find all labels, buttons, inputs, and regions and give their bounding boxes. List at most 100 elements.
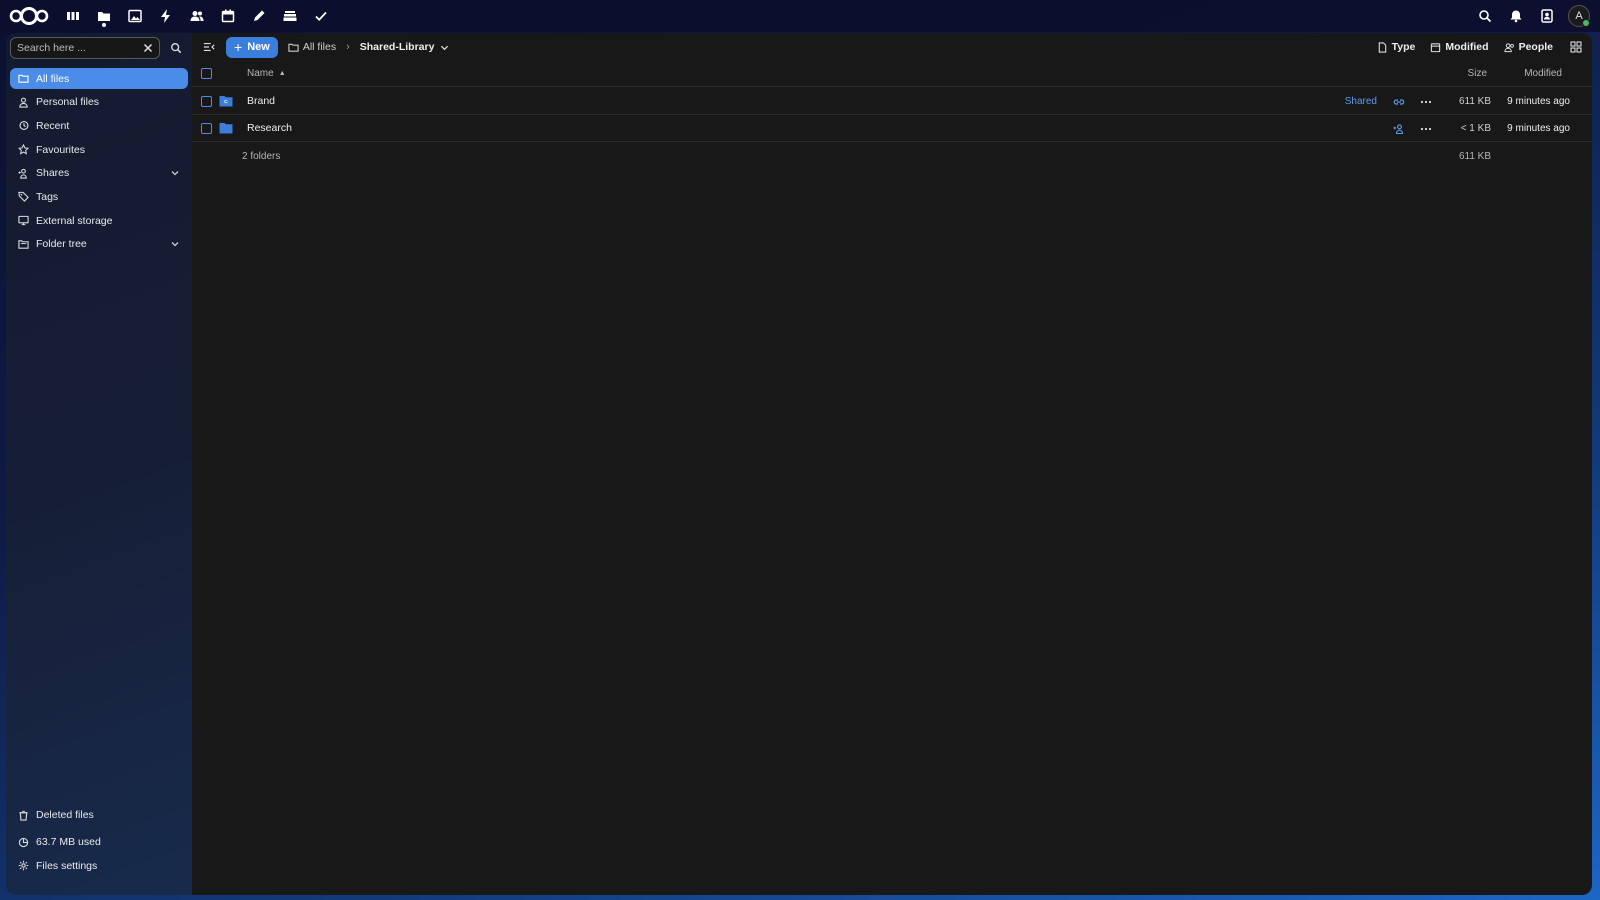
user-avatar[interactable]: A [1568, 5, 1590, 27]
total-size: 611 KB [1458, 150, 1491, 162]
new-button[interactable]: + New [226, 36, 278, 58]
sidebar-item-tags[interactable]: Tags [10, 186, 188, 207]
file-size: < 1 KB [1460, 122, 1491, 134]
new-button-label: New [247, 41, 270, 53]
sidebar-item-label: External storage [36, 214, 113, 227]
sidebar-item-shares[interactable]: Shares [10, 163, 188, 184]
table-header: Name ▲ Size Modified [192, 61, 1592, 87]
folder-icon [16, 72, 30, 86]
storage-quota[interactable]: 63.7 MB used [10, 832, 188, 853]
files-toolbar: + New All files › Shared-Library Type Mo… [192, 33, 1592, 61]
sidebar-item-label: Files settings [36, 859, 98, 872]
filter-type[interactable]: Type [1377, 41, 1416, 53]
sidebar-item-favourites[interactable]: Favourites [10, 139, 188, 160]
file-name[interactable]: Research [247, 122, 292, 134]
sidebar-item-label: Shares [36, 167, 70, 180]
more-actions-icon[interactable] [1420, 96, 1432, 108]
chevron-down-icon[interactable] [170, 168, 180, 178]
external-storage-icon [16, 214, 30, 228]
sidebar-item-label: Personal files [36, 96, 100, 109]
sidebar-item-label: Recent [36, 119, 70, 132]
breadcrumb-all-files[interactable]: All files [303, 41, 336, 53]
link-icon[interactable] [1393, 96, 1405, 108]
files-sidebar: All files Personal files Recent Favourit… [6, 33, 192, 895]
column-header-name[interactable]: Name ▲ [247, 68, 286, 79]
sidebar-item-recent[interactable]: Recent [10, 115, 188, 136]
file-icon [1378, 41, 1386, 53]
quota-label: 63.7 MB used [36, 836, 101, 849]
plus-icon: + [234, 39, 243, 55]
sidebar-nav: All files Personal files Recent Favourit… [10, 68, 188, 258]
sidebar-item-label: Favourites [36, 143, 86, 156]
column-header-modified[interactable]: Modified [1524, 68, 1562, 79]
tasks-icon[interactable] [305, 0, 336, 32]
sidebar-item-label: Folder tree [36, 238, 87, 251]
chevron-down-icon[interactable] [170, 239, 180, 249]
filter-type-label: Type [1391, 41, 1416, 53]
share-icon [16, 166, 30, 180]
tag-icon [16, 190, 30, 204]
filter-people[interactable]: People [1503, 41, 1553, 53]
grid-view-icon[interactable] [1568, 39, 1584, 55]
search-icon[interactable] [168, 40, 184, 56]
row-checkbox[interactable] [201, 123, 212, 134]
sidebar-footer: Deleted files 63.7 MB used Files setting… [10, 805, 188, 879]
sidebar-item-personal-files[interactable]: Personal files [10, 92, 188, 113]
sidebar-item-all-files[interactable]: All files [10, 68, 188, 89]
file-modified: 9 minutes ago [1507, 122, 1570, 134]
filter-modified[interactable]: Modified [1430, 41, 1489, 53]
header-right: A [1469, 0, 1600, 32]
dashboard-icon[interactable] [57, 0, 88, 32]
notes-icon[interactable] [243, 0, 274, 32]
unified-search-icon[interactable] [1469, 0, 1500, 32]
column-header-size[interactable]: Size [1468, 68, 1487, 79]
sort-ascending-icon: ▲ [278, 70, 286, 77]
quota-pie-icon [16, 835, 30, 849]
sidebar-search [10, 37, 188, 59]
sidebar-item-files-settings[interactable]: Files settings [10, 855, 188, 876]
breadcrumb-current[interactable]: Shared-Library [360, 41, 454, 53]
folder-count: 2 folders [242, 150, 281, 162]
top-header: A [0, 0, 1600, 32]
sidebar-item-folder-tree[interactable]: Folder tree [10, 234, 188, 255]
contacts-menu-icon[interactable] [1531, 0, 1562, 32]
files-main: + New All files › Shared-Library Type Mo… [192, 33, 1592, 895]
contacts-icon[interactable] [181, 0, 212, 32]
file-name[interactable]: Brand [247, 95, 275, 107]
table-row[interactable]: Research < 1 KB 9 minutes ago [192, 115, 1592, 142]
select-all-checkbox[interactable] [201, 68, 212, 79]
chevron-down-icon [441, 45, 449, 50]
breadcrumb-current-label: Shared-Library [359, 41, 435, 53]
calendar-icon[interactable] [212, 0, 243, 32]
activity-icon[interactable] [150, 0, 181, 32]
clear-search-icon[interactable] [142, 42, 154, 54]
shared-folder-icon [219, 96, 233, 107]
app-menu [57, 0, 336, 32]
sidebar-item-label: Tags [36, 190, 59, 203]
online-status-icon [1582, 19, 1590, 27]
shared-label[interactable]: Shared [1345, 96, 1377, 107]
table-row[interactable]: Brand Shared 611 KB 9 minutes ago [192, 88, 1592, 115]
sidebar-item-label: All files [36, 72, 70, 85]
sidebar-item-deleted-files[interactable]: Deleted files [10, 805, 188, 826]
more-actions-icon[interactable] [1420, 123, 1432, 135]
table-summary: 2 folders 611 KB [192, 143, 1592, 169]
toggle-navigation-icon[interactable] [198, 36, 220, 58]
share-user-icon[interactable] [1393, 123, 1405, 135]
sidebar-item-external-storage[interactable]: External storage [10, 210, 188, 231]
search-input[interactable] [17, 42, 137, 54]
photos-icon[interactable] [119, 0, 150, 32]
filter-modified-label: Modified [1445, 41, 1489, 53]
star-icon [16, 143, 30, 157]
nextcloud-logo-icon[interactable] [9, 5, 49, 27]
folder-tree-icon [16, 237, 30, 251]
file-modified: 9 minutes ago [1507, 95, 1570, 107]
file-size: 611 KB [1458, 95, 1491, 107]
row-checkbox[interactable] [201, 96, 212, 107]
filters: Type Modified People [1362, 39, 1584, 55]
person-icon [16, 95, 30, 109]
deck-icon[interactable] [274, 0, 305, 32]
calendar-icon [1431, 42, 1441, 52]
notifications-icon[interactable] [1500, 0, 1531, 32]
files-icon[interactable] [88, 0, 119, 32]
